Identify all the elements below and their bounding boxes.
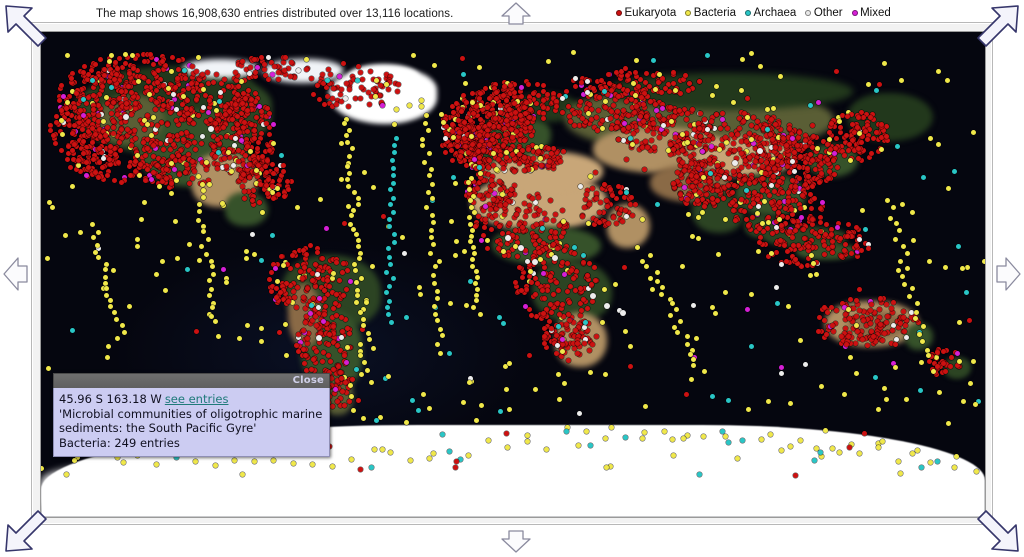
legend-label-bacteria: Bacteria bbox=[693, 7, 736, 19]
pan-up-left-arrow[interactable] bbox=[2, 2, 60, 60]
popup-close-button[interactable]: Close bbox=[293, 375, 324, 386]
legend-item-mixed[interactable]: Mixed bbox=[851, 7, 891, 19]
legend-dot-eukaryota bbox=[616, 10, 622, 16]
legend-dot-other bbox=[805, 10, 812, 16]
legend-dot-bacteria bbox=[685, 10, 692, 16]
popup-entry-count: Bacteria: 249 entries bbox=[59, 435, 180, 450]
pan-right-arrow[interactable] bbox=[994, 252, 1022, 296]
pan-down-left-arrow[interactable] bbox=[2, 497, 60, 555]
legend-dot-mixed bbox=[851, 10, 858, 16]
legend-dot-archaea bbox=[744, 10, 751, 16]
see-entries-link[interactable]: see entries bbox=[165, 392, 229, 406]
pan-down-right-arrow[interactable] bbox=[964, 497, 1022, 555]
popup-body: 45.96 S 163.18 Wsee entries 'Microbial c… bbox=[53, 388, 330, 457]
popup-study-title: 'Microbial communities of oligotrophic m… bbox=[59, 406, 323, 436]
legend-label-archaea: Archaea bbox=[753, 7, 797, 19]
legend-label-mixed: Mixed bbox=[860, 7, 891, 19]
pan-down-arrow[interactable] bbox=[496, 528, 536, 554]
legend-item-archaea[interactable]: Archaea bbox=[744, 7, 797, 19]
legend-item-other[interactable]: Other bbox=[805, 7, 843, 19]
location-info-popup[interactable]: Close 45.96 S 163.18 Wsee entries 'Micro… bbox=[53, 373, 330, 457]
map-summary-text: The map shows 16,908,630 entries distrib… bbox=[96, 8, 454, 20]
legend-label-other: Other bbox=[813, 7, 843, 19]
legend-item-eukaryota[interactable]: Eukaryota bbox=[616, 7, 676, 19]
map-legend: Eukaryota Bacteria Archaea Other Mixed bbox=[616, 7, 891, 19]
legend-label-eukaryota: Eukaryota bbox=[624, 7, 677, 19]
legend-item-bacteria[interactable]: Bacteria bbox=[685, 7, 736, 19]
popup-titlebar: Close bbox=[53, 373, 330, 388]
pan-up-arrow[interactable] bbox=[496, 1, 536, 27]
pan-left-arrow[interactable] bbox=[2, 252, 30, 296]
pan-up-right-arrow[interactable] bbox=[964, 2, 1022, 60]
popup-coordinates: 45.96 S 163.18 W bbox=[59, 392, 162, 406]
